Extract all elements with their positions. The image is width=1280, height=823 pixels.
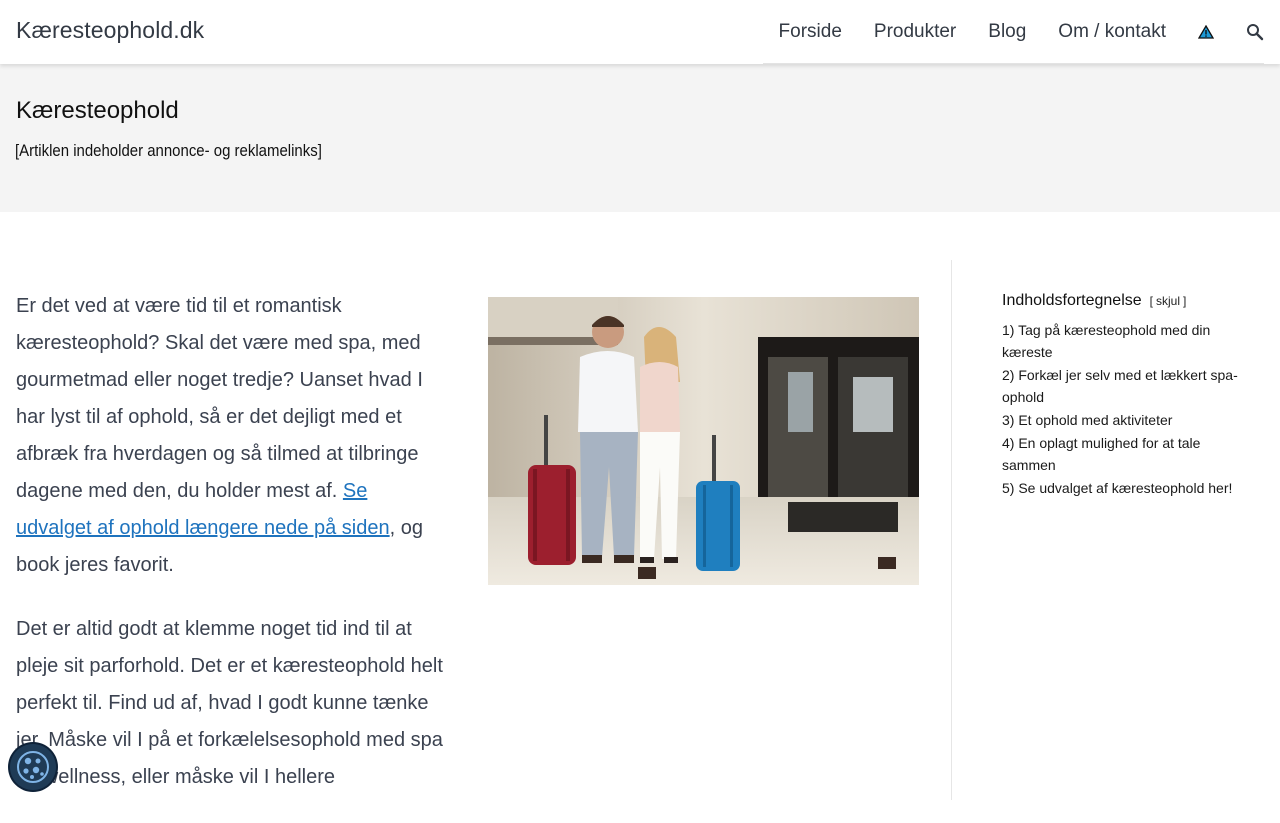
toc-link-1[interactable]: 1) Tag på kæresteophold med din kæreste	[1002, 322, 1210, 360]
toc-title: Indholdsfortegnelse	[1002, 292, 1142, 309]
toc-item: 1) Tag på kæresteophold med din kæreste	[1002, 319, 1252, 363]
toc-link-3[interactable]: 3) Et ophold med aktiviteter	[1002, 412, 1172, 428]
main-nav: Forside Produkter Blog Om / kontakt	[762, 0, 1264, 64]
intro-paragraph: Er det ved at være tid til et romantisk …	[16, 288, 446, 584]
toc-item: 3) Et ophold med aktiviteter	[1002, 409, 1252, 431]
site-header: Kæresteophold.dk Forside Produkter Blog …	[0, 0, 1280, 64]
toc-list: 1) Tag på kæresteophold med din kæreste …	[1002, 319, 1252, 499]
toc-link-5[interactable]: 5) Se udvalget af kæresteophold her!	[1002, 480, 1232, 496]
search-icon[interactable]	[1246, 23, 1264, 41]
toc-item: 5) Se udvalget af kæresteophold her!	[1002, 477, 1252, 499]
page-title: Kæresteophold	[16, 97, 179, 124]
toc-header: Indholdsfortegnelse [skjul]	[1002, 292, 1252, 310]
ad-disclaimer: [Artiklen indeholder annonce- og reklame…	[15, 141, 322, 160]
toc-hide-toggle[interactable]: skjul	[1153, 294, 1183, 308]
sidebar-divider	[951, 260, 952, 800]
nav-item-forside[interactable]: Forside	[779, 21, 842, 43]
article-body: Er det ved at være tid til et romantisk …	[16, 288, 446, 823]
nav-item-produkter[interactable]: Produkter	[874, 21, 956, 43]
toc-item: 4) En oplagt mulighed for at tale sammen	[1002, 432, 1252, 476]
intro-text: Er det ved at være tid til et romantisk …	[16, 295, 423, 502]
toc-item: 2) Forkæl jer selv med et lækkert spa-op…	[1002, 364, 1252, 408]
toc-toggle-wrapper: [skjul]	[1149, 294, 1187, 308]
table-of-contents: Indholdsfortegnelse [skjul] 1) Tag på kæ…	[1002, 292, 1252, 500]
toc-link-2[interactable]: 2) Forkæl jer selv med et lækkert spa-op…	[1002, 367, 1238, 405]
cookie-icon	[17, 751, 49, 783]
cookie-settings-button[interactable]	[10, 744, 56, 790]
toc-link-4[interactable]: 4) En oplagt mulighed for at tale sammen	[1002, 435, 1200, 473]
nav-item-blog[interactable]: Blog	[988, 21, 1026, 43]
site-brand-link[interactable]: Kæresteophold.dk	[16, 17, 204, 44]
couple-hotel-photo	[488, 297, 919, 585]
warning-triangle-icon[interactable]	[1198, 24, 1214, 39]
page-title-band: Kæresteophold [Artiklen indeholder annon…	[0, 64, 1280, 212]
nav-item-om-kontakt[interactable]: Om / kontakt	[1058, 21, 1166, 43]
second-paragraph: Det er altid godt at klemme noget tid in…	[16, 618, 443, 788]
